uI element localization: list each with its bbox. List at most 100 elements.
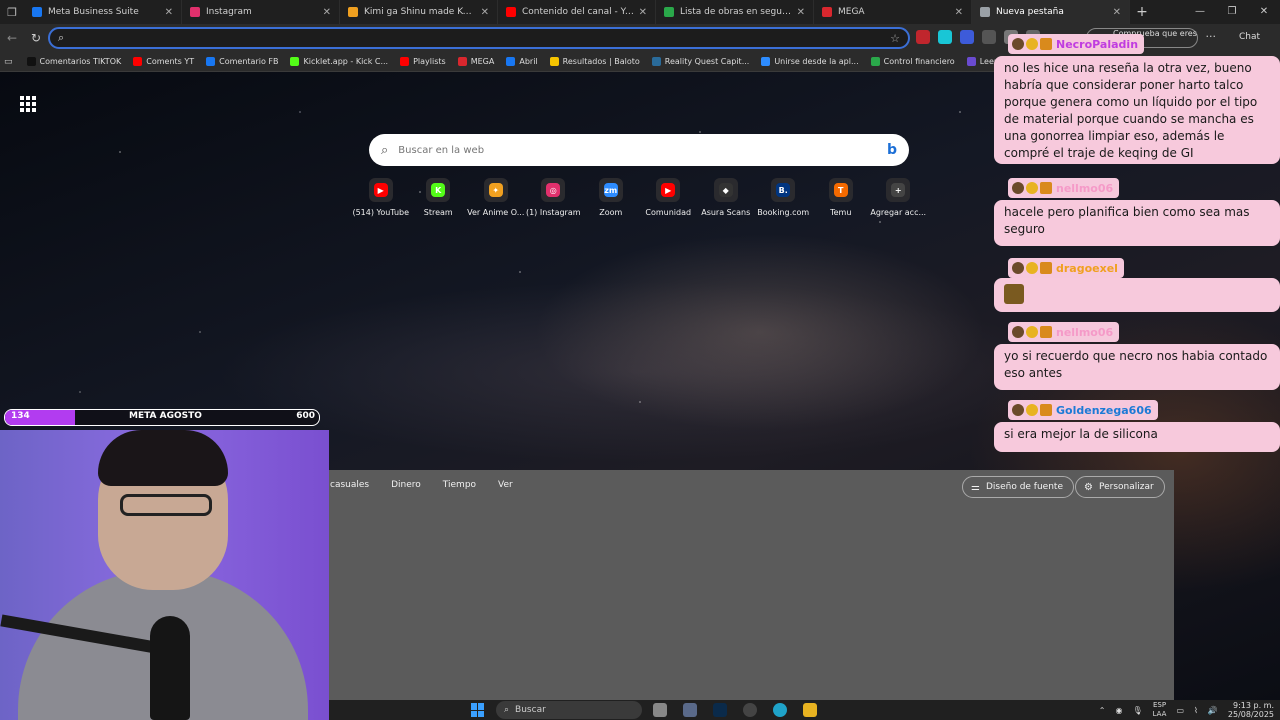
refresh-icon[interactable]: ↻ (24, 31, 48, 45)
address-input[interactable] (70, 31, 891, 45)
clock[interactable]: 9:13 p. m. 25/08/2025 (1228, 701, 1274, 719)
quick-link[interactable]: T Temu (812, 178, 870, 217)
feed-tab[interactable]: Dinero (391, 480, 421, 490)
subscriber-badge-icon (1012, 262, 1024, 274)
browser-tab[interactable]: Meta Business Suite ✕ (24, 0, 182, 24)
bing-icon[interactable]: b (887, 142, 897, 158)
feed-tab[interactable]: Ver (498, 480, 513, 490)
copilot-tray-icon[interactable]: ◉ (1115, 706, 1122, 715)
quick-link[interactable]: zm Zoom (582, 178, 640, 217)
file-explorer-icon[interactable] (803, 703, 817, 717)
feed-tab[interactable]: casuales (330, 480, 369, 490)
tab-close-icon[interactable]: ✕ (323, 7, 331, 18)
quick-link-label: Temu (830, 208, 852, 217)
start-button[interactable] (471, 703, 485, 717)
taskbar-search[interactable]: ⌕ Buscar (496, 701, 642, 719)
chat-bubble: yo si recuerdo que necro nos habia conta… (994, 344, 1280, 390)
favorite-star-icon[interactable]: ☆ (890, 32, 900, 45)
quick-link-icon: ▶ (368, 178, 393, 202)
bookmark-item[interactable]: Kicklet.app - Kick C... (290, 57, 388, 66)
tab-close-icon[interactable]: ✕ (797, 7, 805, 18)
volume-icon[interactable]: 🔊 (1208, 706, 1218, 715)
web-search-box[interactable]: ⌕ b (369, 134, 909, 166)
bookmark-item[interactable]: MEGA (457, 57, 494, 66)
chat-username-text: NecroPaladin (1056, 37, 1139, 51)
copilot-chat-button[interactable]: Chat (1239, 32, 1260, 42)
chat-username[interactable]: nellmo06 (1008, 178, 1120, 198)
workspaces-icon[interactable]: ❐ (0, 0, 24, 24)
quick-link[interactable]: ✦ Ver Anime O... (467, 178, 525, 217)
tab-close-icon[interactable]: ✕ (1113, 7, 1121, 18)
task-view-icon[interactable] (653, 703, 667, 717)
ublock-extension-icon[interactable] (916, 30, 930, 44)
bookmark-item[interactable]: Reality Quest Capit... (651, 57, 749, 66)
bookmark-item[interactable]: Coments YT (133, 57, 194, 66)
chat-username[interactable]: Goldenzega606 (1008, 400, 1158, 420)
back-icon[interactable]: ← (0, 31, 24, 45)
tray-chevron-icon[interactable]: ⌃ (1099, 706, 1106, 715)
quick-link[interactable]: K Stream (410, 178, 468, 217)
davinci-resolve-icon[interactable] (683, 703, 697, 717)
quick-link[interactable]: ▶ (514) YouTube (352, 178, 410, 217)
bookmark-item[interactable]: Comentarios TIKTOK (26, 57, 121, 66)
bookmark-favicon-icon (457, 57, 467, 66)
tab-close-icon[interactable]: ✕ (955, 7, 963, 18)
quick-link[interactable]: ◎ (1) Instagram (525, 178, 583, 217)
tab-label: Lista de obras en seguimiento - I (680, 7, 793, 17)
obs-icon[interactable] (743, 703, 757, 717)
browser-tab[interactable]: Kimi ga Shinu made Koi wo Shita ✕ (340, 0, 498, 24)
tab-close-icon[interactable]: ✕ (165, 7, 173, 18)
feed-tab[interactable]: Tiempo (443, 480, 476, 490)
bookmark-item[interactable]: Abril (506, 57, 538, 66)
personalize-button[interactable]: ⚙ Personalizar (1075, 476, 1165, 498)
quick-link[interactable]: ▶ Comunidad (640, 178, 698, 217)
browser-tab[interactable]: Instagram ✕ (182, 0, 340, 24)
subscriber-badge-icon (1012, 38, 1024, 50)
chat-username[interactable]: nellmo06 (1008, 322, 1120, 342)
web-search-input[interactable] (398, 144, 887, 156)
close-window-icon[interactable]: ✕ (1248, 0, 1280, 24)
photoshop-icon[interactable] (713, 703, 727, 717)
bookmark-item[interactable]: Resultados | Baloto (549, 57, 640, 66)
chat-username[interactable]: dragoexel (1008, 258, 1124, 278)
bookmark-item[interactable]: Control financiero (870, 57, 955, 66)
extension-icon[interactable] (938, 30, 952, 44)
quick-link-icon: + (886, 178, 911, 202)
font-design-button[interactable]: ⚌ Diseño de fuente (962, 476, 1074, 498)
browser-tab[interactable]: Lista de obras en seguimiento - I ✕ (656, 0, 814, 24)
quick-link[interactable]: B. Booking.com (755, 178, 813, 217)
address-bar[interactable]: ⌕ ☆ (48, 27, 910, 49)
bookmark-item[interactable]: Unirse desde la apl... (761, 57, 859, 66)
language-indicator[interactable]: ESP LAA (1153, 701, 1167, 719)
edge-icon[interactable] (773, 703, 787, 717)
tab-close-icon[interactable]: ✕ (639, 7, 647, 18)
subscriber-badge-icon (1012, 182, 1024, 194)
tab-actions-icon[interactable]: ▭ (4, 57, 13, 67)
display-icon[interactable]: ▭ (1176, 706, 1184, 715)
tab-favicon-icon (506, 7, 516, 17)
bookmark-item[interactable]: Playlists (400, 57, 446, 66)
browser-tab[interactable]: Contenido del canal - YouTube S ✕ (498, 0, 656, 24)
more-options-icon[interactable]: ··· (1206, 30, 1217, 43)
chat-username[interactable]: NecroPaladin (1008, 34, 1145, 54)
bookmark-label: Resultados | Baloto (562, 57, 640, 66)
minimize-icon[interactable]: — (1184, 0, 1216, 24)
microphone-tray-icon[interactable]: 🎙 (1132, 706, 1142, 715)
quick-link[interactable]: + Agregar acc... (870, 178, 928, 217)
windows-taskbar: ⌕ Buscar ⌃ ◉ 🎙 ESP LAA ▭ ⌇ 🔊 9:13 p. m. … (329, 700, 1280, 720)
network-icon[interactable]: ⌇ (1194, 706, 1198, 715)
crown-badge-icon (1040, 326, 1052, 338)
search-icon: ⌕ (504, 705, 510, 715)
bookmark-item[interactable]: Comentario FB (206, 57, 278, 66)
new-tab-button[interactable]: + (1130, 4, 1154, 20)
browser-tab[interactable]: MEGA ✕ (814, 0, 972, 24)
coin-badge-icon (1026, 404, 1038, 416)
browser-tab[interactable]: Nueva pestaña ✕ (972, 0, 1130, 24)
quick-link[interactable]: ◆ Asura Scans (697, 178, 755, 217)
extensions-puzzle-icon[interactable] (982, 30, 996, 44)
maximize-icon[interactable]: ❐ (1216, 0, 1248, 24)
extension-icon[interactable] (960, 30, 974, 44)
chat-username-text: dragoexel (1056, 261, 1118, 275)
apps-launcher-icon[interactable] (20, 96, 36, 112)
tab-close-icon[interactable]: ✕ (481, 7, 489, 18)
